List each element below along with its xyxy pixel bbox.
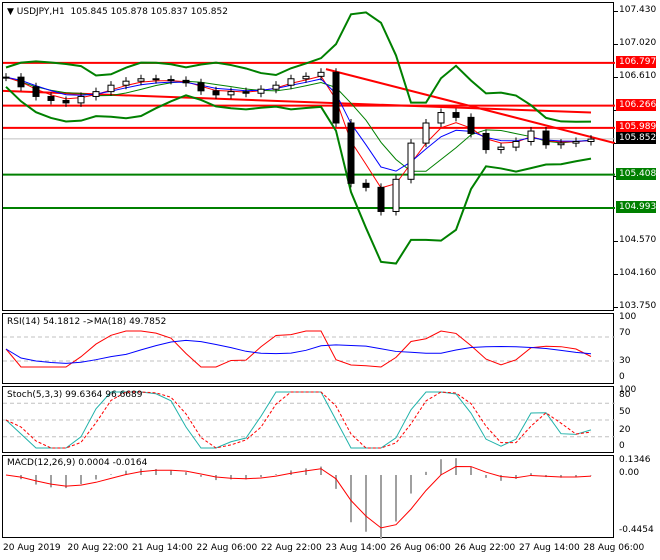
axis-tick xyxy=(614,11,618,12)
level-label: 106.266 xyxy=(616,98,656,111)
candle xyxy=(497,146,505,151)
axis-tick xyxy=(614,307,618,308)
axis-tick xyxy=(614,76,618,78)
rsi-panel[interactable]: RSI(14) 54.1812 ->MA(18) 49.7852 xyxy=(2,313,615,384)
time-axis-label: 22 Aug 06:00 xyxy=(196,543,258,553)
candle xyxy=(572,141,580,144)
indicator-axis-label: 0 xyxy=(619,441,625,451)
price-axis-label: 104.160 xyxy=(619,268,657,279)
time-axis-label: 26 Aug 22:00 xyxy=(454,543,516,553)
time-axis-label: 28 Aug 06:00 xyxy=(583,543,645,553)
time-axis-label: 23 Aug 14:00 xyxy=(325,543,387,553)
candle xyxy=(197,82,205,92)
axis-tick xyxy=(614,241,618,243)
candle xyxy=(182,79,190,84)
macd-signal-line xyxy=(5,466,592,529)
macd-panel[interactable]: MACD(12,26,9) 0.0004 -0.0164 xyxy=(2,455,614,539)
time-axis-label: 27 Aug 14:00 xyxy=(519,543,580,553)
candle xyxy=(107,84,115,93)
time-axis-label: 21 Aug 14:00 xyxy=(132,543,193,553)
candle xyxy=(512,141,520,148)
candle xyxy=(212,90,220,96)
candle xyxy=(377,186,385,212)
candle xyxy=(527,130,535,142)
candle xyxy=(152,78,160,81)
candle xyxy=(407,142,415,180)
price-axis-label: 106.610 xyxy=(619,70,657,81)
time-axis-label: 26 Aug 06:00 xyxy=(390,543,451,553)
axis-tick xyxy=(614,43,618,45)
candle xyxy=(62,99,70,104)
candle xyxy=(542,130,550,146)
candle xyxy=(287,78,295,86)
indicator-axis-label: 0 xyxy=(619,372,625,382)
rsi-line xyxy=(5,330,592,368)
level-label: 105.408 xyxy=(616,167,656,180)
indicator-axis-label: 80 xyxy=(619,390,631,400)
candle xyxy=(167,79,175,82)
candle xyxy=(362,182,370,188)
macd-chart xyxy=(5,458,592,539)
candle xyxy=(332,71,340,124)
symbol-label: USDJPY,H1 xyxy=(16,7,65,17)
rsi-label: RSI(14) 54.1812 ->MA(18) 49.7852 xyxy=(7,317,167,327)
candle xyxy=(122,80,130,86)
price-axis-label: 104.570 xyxy=(619,235,657,246)
ohlc-values: 105.845 105.878 105.837 105.852 xyxy=(70,7,228,17)
candle xyxy=(47,95,55,101)
indicator-axis-label: 100 xyxy=(619,312,637,322)
candle xyxy=(32,86,40,97)
candle xyxy=(77,95,85,104)
price-axis-label: 107.430 xyxy=(619,5,657,15)
candle xyxy=(17,76,25,88)
indicator-axis-label: 20 xyxy=(619,425,631,435)
candle xyxy=(302,75,310,80)
candle xyxy=(227,91,235,96)
candle xyxy=(92,91,100,97)
stoch-panel[interactable]: Stoch(5,3,3) 99.6364 96.6689 xyxy=(2,386,615,453)
candle xyxy=(272,84,280,90)
time-axis-label: 20 Aug 22:00 xyxy=(67,543,129,553)
rsi-ma-line xyxy=(5,339,592,364)
candle xyxy=(257,88,265,94)
candle xyxy=(452,112,460,118)
level-label: 105.852 xyxy=(616,131,656,144)
chart-window: ▼ USDJPY,H1 105.845 105.878 105.837 105.… xyxy=(0,0,660,560)
price-chart xyxy=(3,11,615,265)
indicator-axis-label: 30 xyxy=(619,356,631,366)
time-axis-label: 22 Aug 22:00 xyxy=(261,543,322,553)
candle xyxy=(242,91,250,94)
time-axis-label: 20 Aug 2019 xyxy=(3,543,61,553)
candle xyxy=(437,112,445,124)
collapse-arrow-icon[interactable]: ▼ xyxy=(7,7,14,17)
axis-tick xyxy=(614,274,618,276)
candle xyxy=(467,116,475,134)
indicator-axis-label: 0.00 xyxy=(619,468,640,478)
indicator-axis-label: -0.4454 xyxy=(619,525,654,535)
chart-header: ▼ USDJPY,H1 105.845 105.878 105.837 105.… xyxy=(7,7,228,17)
indicator-axis-label: 50 xyxy=(619,407,631,417)
price-axis-label: 103.750 xyxy=(619,301,657,311)
candle xyxy=(3,76,10,79)
candle xyxy=(137,78,145,82)
candle xyxy=(587,138,595,143)
indicator-axis-label: 70 xyxy=(619,328,631,338)
candle xyxy=(557,142,565,146)
candle xyxy=(392,178,400,212)
price-axis-label: 107.020 xyxy=(619,37,657,48)
macd-label: MACD(12,26,9) 0.0004 -0.0164 xyxy=(7,458,148,468)
stoch-label: Stoch(5,3,3) 99.6364 96.6689 xyxy=(7,390,143,400)
candle xyxy=(422,122,430,144)
level-label: 104.993 xyxy=(616,201,656,214)
main-price-panel[interactable]: ▼ USDJPY,H1 105.845 105.878 105.837 105.… xyxy=(2,2,615,311)
candle xyxy=(347,122,355,184)
level-label: 106.797 xyxy=(616,55,656,68)
candle xyxy=(482,132,490,151)
candle xyxy=(317,71,325,77)
indicator-axis-label: 0.1346 xyxy=(619,455,651,465)
